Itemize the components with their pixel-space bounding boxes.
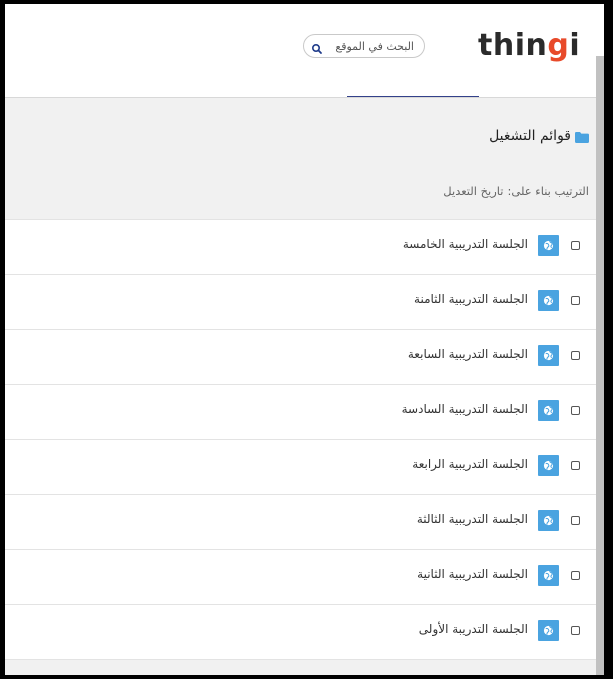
row-checkbox[interactable] (571, 571, 580, 580)
sort-label: الترتيب بناء على: (507, 184, 590, 198)
row-checkbox[interactable] (571, 241, 580, 250)
site-search[interactable] (303, 34, 425, 58)
page-title-text: قوائم التشغيل (489, 128, 571, 144)
search-input[interactable] (330, 37, 414, 55)
globe-icon (538, 620, 559, 641)
search-icon[interactable] (311, 40, 323, 54)
list-item[interactable]: الجلسة التدريبية السادسة (5, 385, 596, 440)
logo-text-main: thin (478, 28, 548, 63)
list-item-label[interactable]: الجلسة التدريبية السادسة (402, 402, 528, 416)
sort-control[interactable]: الترتيب بناء على: تاريخ التعديل (443, 184, 589, 198)
list-item[interactable]: الجلسة التدريبية الخامسة (5, 220, 596, 275)
logo-text-accent: g (547, 28, 570, 63)
list-item[interactable]: الجلسة التدريبية السابعة (5, 330, 596, 385)
list-item[interactable]: الجلسة التدريبية الرابعة (5, 440, 596, 495)
folder-icon (575, 131, 589, 143)
list-item[interactable]: الجلسة التدريبية الثانية (5, 550, 596, 605)
list-item-label[interactable]: الجلسة التدريبة الأولى (419, 622, 528, 636)
row-checkbox[interactable] (571, 626, 580, 635)
globe-icon (538, 565, 559, 586)
site-header: thingi (5, 4, 604, 98)
list-item[interactable]: الجلسة التدريبية الثامنة (5, 275, 596, 330)
row-checkbox[interactable] (571, 516, 580, 525)
list-item-label[interactable]: الجلسة التدريبية الثالثة (417, 512, 528, 526)
page-scrollbar[interactable] (596, 56, 604, 675)
row-checkbox[interactable] (571, 296, 580, 305)
row-checkbox[interactable] (571, 461, 580, 470)
sort-value[interactable]: تاريخ التعديل (443, 184, 503, 198)
list-item-label[interactable]: الجلسة التدريبية السابعة (408, 347, 528, 361)
globe-icon (538, 510, 559, 531)
row-checkbox[interactable] (571, 406, 580, 415)
playlists-page: قوائم التشغيل الترتيب بناء على: تاريخ ال… (5, 98, 596, 675)
page-title: قوائم التشغيل (489, 126, 589, 146)
list-item-label[interactable]: الجلسة التدريبية الرابعة (412, 457, 528, 471)
browser-viewport: thingi قوائم التشغيل الترتيب بناء على: (5, 4, 604, 675)
globe-icon (538, 290, 559, 311)
list-item-label[interactable]: الجلسة التدريبية الخامسة (403, 237, 528, 251)
list-item[interactable]: الجلسة التدريبة الأولى (5, 605, 596, 660)
list-item-label[interactable]: الجلسة التدريبية الثامنة (414, 292, 528, 306)
playlist-list: الجلسة التدريبية الخامسة الجلسة التدريبي… (5, 219, 596, 660)
globe-icon (538, 345, 559, 366)
list-item-label[interactable]: الجلسة التدريبية الثانية (417, 567, 528, 581)
list-item[interactable]: الجلسة التدريبية الثالثة (5, 495, 596, 550)
site-logo[interactable]: thingi (478, 26, 580, 66)
globe-icon (538, 455, 559, 476)
logo-text-end: i (569, 28, 581, 63)
row-checkbox[interactable] (571, 351, 580, 360)
globe-icon (538, 400, 559, 421)
globe-icon (538, 235, 559, 256)
